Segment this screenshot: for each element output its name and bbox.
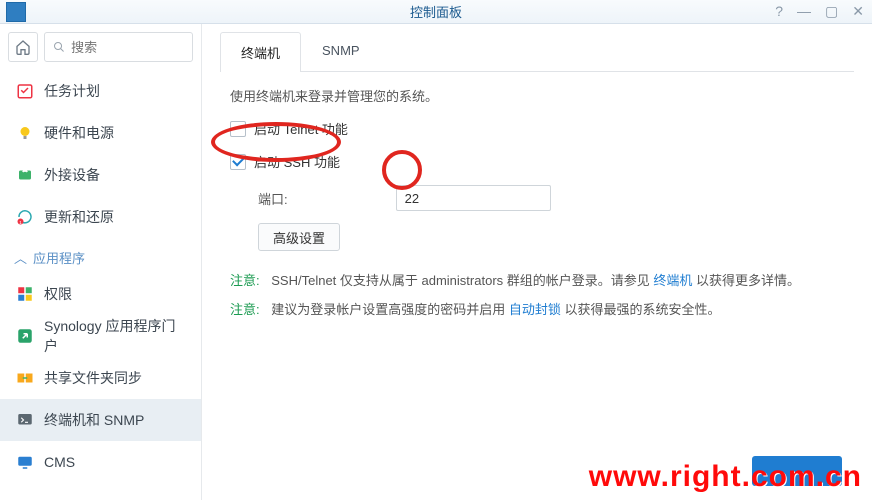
sidebar-item-task-scheduler[interactable]: 任务计划 [0, 70, 201, 112]
sidebar-item-external-devices[interactable]: 外接设备 [0, 154, 201, 196]
checkbox-ssh[interactable] [230, 154, 246, 170]
external-device-icon [16, 166, 34, 184]
sidebar-item-label: 共享文件夹同步 [44, 368, 142, 388]
cms-icon [16, 453, 34, 471]
panel-description: 使用终端机来登录并管理您的系统。 [230, 86, 844, 105]
notice-2: 注意: 建议为登录帐户设置高强度的密码并启用 自动封锁 以获得最强的系统安全性。 [230, 298, 844, 321]
sidebar-section-apps[interactable]: ︿ 应用程序 [0, 238, 201, 273]
tab-snmp[interactable]: SNMP [301, 32, 381, 72]
terminal-icon [16, 411, 34, 429]
sidebar-item-terminal-snmp[interactable]: 终端机和 SNMP [0, 399, 201, 441]
content-area: 终端机 SNMP 使用终端机来登录并管理您的系统。 启动 Telnet 功能 启… [202, 24, 872, 500]
port-label: 端口: [258, 189, 288, 208]
portal-icon [16, 327, 34, 345]
watermark: www.right.com.cn [589, 460, 862, 494]
search-icon [53, 40, 65, 54]
calendar-icon [16, 82, 34, 100]
sidebar-item-label: CMS [44, 454, 75, 470]
enable-telnet-label: 启动 Telnet 功能 [254, 119, 348, 138]
sidebar-item-label: 更新和还原 [44, 207, 114, 227]
sidebar-item-shared-folder-sync[interactable]: 共享文件夹同步 [0, 357, 201, 399]
sidebar-item-privileges[interactable]: 权限 [0, 273, 201, 315]
minimize-icon[interactable]: — [797, 3, 811, 20]
link-terminal-help[interactable]: 终端机 [653, 273, 692, 288]
sidebar: 任务计划 硬件和电源 外接设备 1 更新和还原 ︿ 应用程序 权限 Synolo… [0, 24, 202, 500]
advanced-settings-button[interactable]: 高级设置 [258, 223, 340, 251]
home-button[interactable] [8, 32, 38, 62]
help-icon[interactable]: ? [775, 3, 783, 20]
window-titlebar: 控制面板 ? — ▢ ✕ [0, 0, 872, 24]
sidebar-item-label: 硬件和电源 [44, 123, 114, 143]
port-input[interactable] [396, 185, 551, 211]
maximize-icon[interactable]: ▢ [825, 3, 838, 20]
sidebar-item-label: 终端机和 SNMP [44, 410, 144, 430]
enable-ssh-label: 启动 SSH 功能 [254, 152, 340, 171]
window-title: 控制面板 [410, 2, 462, 21]
bulb-icon [16, 124, 34, 142]
sidebar-item-app-portal[interactable]: Synology 应用程序门户 [0, 315, 201, 357]
chevron-up-icon: ︿ [14, 248, 27, 267]
close-icon[interactable]: ✕ [852, 3, 864, 20]
link-auto-block[interactable]: 自动封锁 [509, 302, 561, 317]
sidebar-item-update-restore[interactable]: 1 更新和还原 [0, 196, 201, 238]
tab-terminal[interactable]: 终端机 [220, 32, 301, 72]
search-input[interactable] [71, 40, 184, 55]
checkbox-telnet[interactable] [230, 121, 246, 137]
home-icon [15, 39, 31, 55]
app-icon [6, 2, 26, 22]
search-box[interactable] [44, 32, 193, 62]
sidebar-item-label: Synology 应用程序门户 [44, 316, 185, 356]
sidebar-item-hardware-power[interactable]: 硬件和电源 [0, 112, 201, 154]
privileges-icon [16, 285, 34, 303]
enable-telnet-row[interactable]: 启动 Telnet 功能 [230, 119, 844, 138]
update-icon: 1 [16, 208, 34, 226]
tab-bar: 终端机 SNMP [220, 32, 854, 72]
sync-icon [16, 369, 34, 387]
enable-ssh-row[interactable]: 启动 SSH 功能 [230, 152, 844, 171]
notice-1: 注意: SSH/Telnet 仅支持从属于 administrators 群组的… [230, 269, 844, 292]
sidebar-item-cms[interactable]: CMS [0, 441, 201, 483]
sidebar-item-label: 任务计划 [44, 81, 100, 101]
sidebar-item-label: 权限 [44, 284, 72, 304]
sidebar-item-label: 外接设备 [44, 165, 100, 185]
